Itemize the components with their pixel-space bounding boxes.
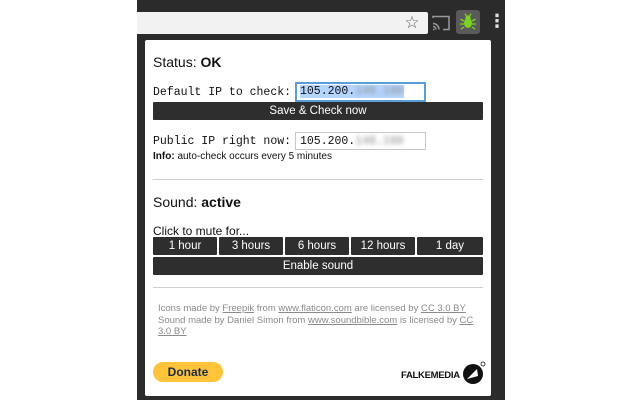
status-label: Status:: [153, 54, 197, 70]
mute-6-hours-button[interactable]: 6 hours: [285, 237, 349, 255]
freepik-link[interactable]: Freepik: [222, 303, 254, 314]
extension-popup: Status: OK Default IP to check: 105.200.…: [145, 40, 491, 396]
license-link[interactable]: CC 3.0 BY: [421, 303, 466, 314]
mute-1-hour-button[interactable]: 1 hour: [153, 237, 217, 255]
public-ip-label: Public IP right now:: [153, 135, 292, 148]
save-check-button[interactable]: Save & Check now: [153, 102, 483, 120]
credits-text: Icons made by Freepik from www.flaticon.…: [158, 303, 474, 337]
public-ip-field: 105.200.148.190: [295, 132, 426, 150]
green-bug-icon: [460, 13, 476, 30]
divider: [153, 287, 483, 288]
cast-icon[interactable]: [432, 15, 450, 31]
info-text: auto-check occurs every 5 minutes: [177, 151, 332, 162]
brand-name: FALKEMEDIA: [401, 370, 460, 381]
falcon-logo-icon: [463, 361, 486, 384]
mute-12-hours-button[interactable]: 12 hours: [351, 237, 415, 255]
address-bar[interactable]: [137, 12, 428, 34]
enable-sound-button[interactable]: Enable sound: [153, 257, 483, 275]
browser-menu-icon[interactable]: ⋮: [488, 12, 506, 34]
divider: [153, 179, 483, 180]
mute-1-day-button[interactable]: 1 day: [417, 237, 483, 255]
mute-label: Click to mute for...: [153, 224, 250, 238]
info-label: Info:: [153, 151, 175, 162]
bookmark-star-icon[interactable]: ☆: [402, 13, 422, 33]
mute-3-hours-button[interactable]: 3 hours: [219, 237, 283, 255]
soundbible-link[interactable]: www.soundbible.com: [308, 315, 397, 326]
extension-button[interactable]: [456, 10, 480, 34]
sound-line: Sound: active: [153, 194, 241, 210]
info-line: Info: auto-check occurs every 5 minutes: [153, 151, 332, 162]
sound-value: active: [201, 194, 241, 210]
sound-label: Sound:: [153, 194, 198, 210]
default-ip-input[interactable]: 105.200.148.190: [295, 82, 426, 102]
status-line: Status: OK: [153, 54, 221, 70]
falkemedia-logo[interactable]: FALKEMEDIA: [401, 361, 487, 385]
donate-button[interactable]: Donate: [153, 362, 223, 382]
status-value: OK: [200, 54, 222, 70]
flaticon-link[interactable]: www.flaticon.com: [278, 303, 351, 314]
default-ip-label: Default IP to check:: [153, 86, 292, 99]
